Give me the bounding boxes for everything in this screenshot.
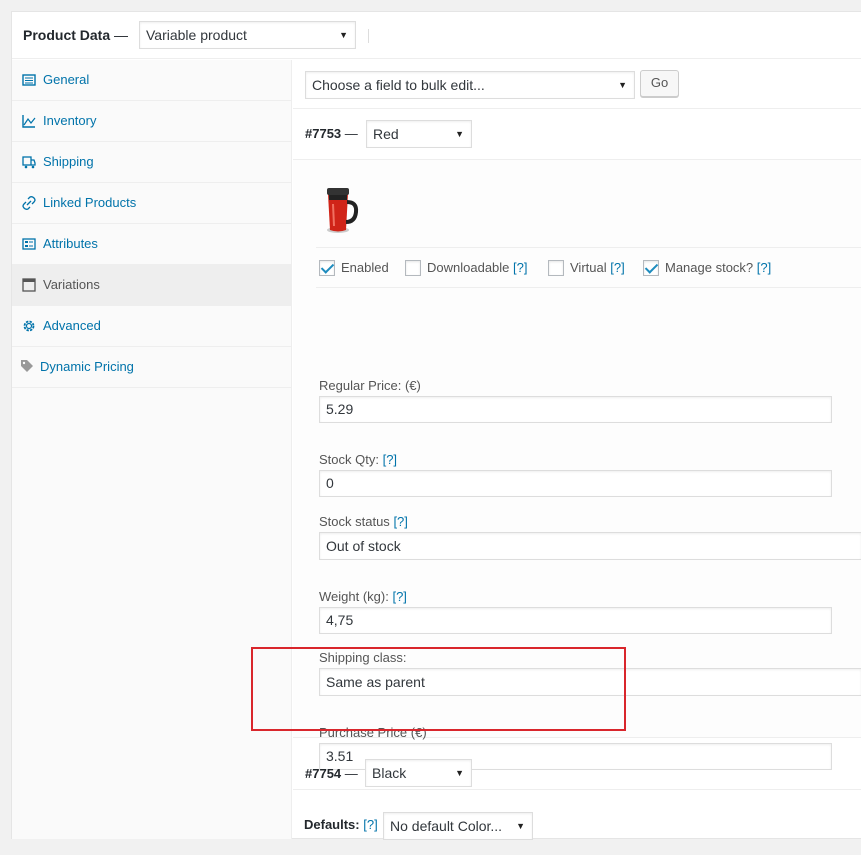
variation-header: #7753 — Red ▼ (293, 109, 861, 160)
variation-color-select[interactable]: Red ▼ (366, 120, 472, 148)
stock-qty-label: Stock Qty: [?] (319, 452, 398, 467)
product-data-tabs: General Inventory Shipping Linked Produc… (12, 60, 292, 839)
tab-linked-products[interactable]: Linked Products (12, 183, 291, 224)
tab-variations[interactable]: Variations (12, 265, 291, 306)
bulk-edit-bar: Choose a field to bulk edit... ▼ Go (293, 60, 861, 109)
variation-header: #7754 — Black ▼ (293, 739, 861, 790)
chevron-down-icon: ▼ (618, 80, 627, 90)
weight-label: Weight (kg): [?] (319, 589, 407, 604)
tab-advanced[interactable]: Advanced (12, 306, 291, 347)
manage-stock-help-link[interactable]: [?] (757, 260, 771, 275)
tab-linked-products-label: Linked Products (43, 195, 137, 210)
weight-help-link[interactable]: [?] (392, 589, 406, 604)
tab-advanced-label: Advanced (43, 318, 101, 333)
regular-price-label: Regular Price: (€) (319, 378, 421, 393)
variation-color-select[interactable]: Black ▼ (365, 759, 472, 787)
gear-icon (23, 320, 35, 332)
tab-general-label: General (43, 72, 90, 87)
tab-general[interactable]: General (12, 60, 291, 101)
product-data-header: Product Data — Variable product ▼ (12, 12, 861, 59)
variation-image[interactable] (320, 184, 360, 236)
product-data-title: Product Data — (23, 27, 129, 43)
default-color-select[interactable]: No default Color... ▼ (383, 812, 533, 840)
manage-stock-option[interactable]: Manage stock? [?] (643, 259, 771, 277)
header-divider (368, 29, 369, 43)
tab-shipping-label: Shipping (43, 154, 94, 169)
downloadable-option[interactable]: Downloadable [?] (405, 259, 528, 277)
downloadable-help-link[interactable]: [?] (513, 260, 527, 275)
virtual-checkbox[interactable] (548, 259, 564, 276)
variation-id: #7753 — (305, 126, 358, 141)
attributes-icon (22, 238, 36, 250)
general-icon (22, 74, 36, 86)
tab-inventory-label: Inventory (43, 113, 97, 128)
defaults-help-link[interactable]: [?] (363, 817, 377, 832)
tab-dynamic-pricing[interactable]: Dynamic Pricing (12, 347, 291, 388)
tab-shipping[interactable]: Shipping (12, 142, 291, 183)
tab-variations-label: Variations (43, 277, 100, 292)
chevron-down-icon: ▼ (339, 30, 348, 40)
virtual-option[interactable]: Virtual [?] (548, 259, 625, 277)
defaults-label: Defaults: [?] (304, 817, 378, 832)
chevron-down-icon: ▼ (516, 821, 525, 831)
product-type-select[interactable]: Variable product ▼ (139, 21, 356, 49)
go-button[interactable]: Go (640, 70, 679, 97)
stock-status-label: Stock status [?] (319, 514, 408, 529)
weight-input[interactable]: 4,75 (319, 607, 832, 634)
stock-qty-help-link[interactable]: [?] (383, 452, 397, 467)
enabled-option[interactable]: Enabled (319, 259, 389, 277)
stock-qty-input[interactable]: 0 (319, 470, 832, 497)
variations-icon (22, 278, 36, 292)
stock-status-help-link[interactable]: [?] (393, 514, 407, 529)
tab-attributes-label: Attributes (43, 236, 98, 251)
defaults-row: Defaults: [?] No default Color... ▼ (293, 790, 861, 841)
inventory-icon (22, 115, 36, 128)
link-icon (22, 196, 36, 210)
variation-id: #7754 — (305, 766, 358, 781)
manage-stock-checkbox[interactable] (643, 259, 659, 276)
tab-inventory[interactable]: Inventory (12, 101, 291, 142)
downloadable-checkbox[interactable] (405, 259, 421, 276)
chevron-down-icon: ▼ (455, 129, 464, 139)
purchase-price-highlight (251, 647, 626, 731)
regular-price-input[interactable]: 5.29 (319, 396, 832, 423)
enabled-checkbox[interactable] (319, 259, 335, 276)
tab-attributes[interactable]: Attributes (12, 224, 291, 265)
stock-status-select[interactable]: Out of stock (319, 532, 861, 560)
variation-options: Enabled Downloadable [?] Virtual [?] Man… (316, 247, 861, 288)
tab-dynamic-pricing-label: Dynamic Pricing (40, 359, 134, 374)
bulk-edit-select[interactable]: Choose a field to bulk edit... ▼ (305, 71, 635, 99)
virtual-help-link[interactable]: [?] (610, 260, 624, 275)
tag-icon (21, 360, 33, 372)
chevron-down-icon: ▼ (455, 768, 464, 778)
shipping-icon (22, 156, 36, 169)
